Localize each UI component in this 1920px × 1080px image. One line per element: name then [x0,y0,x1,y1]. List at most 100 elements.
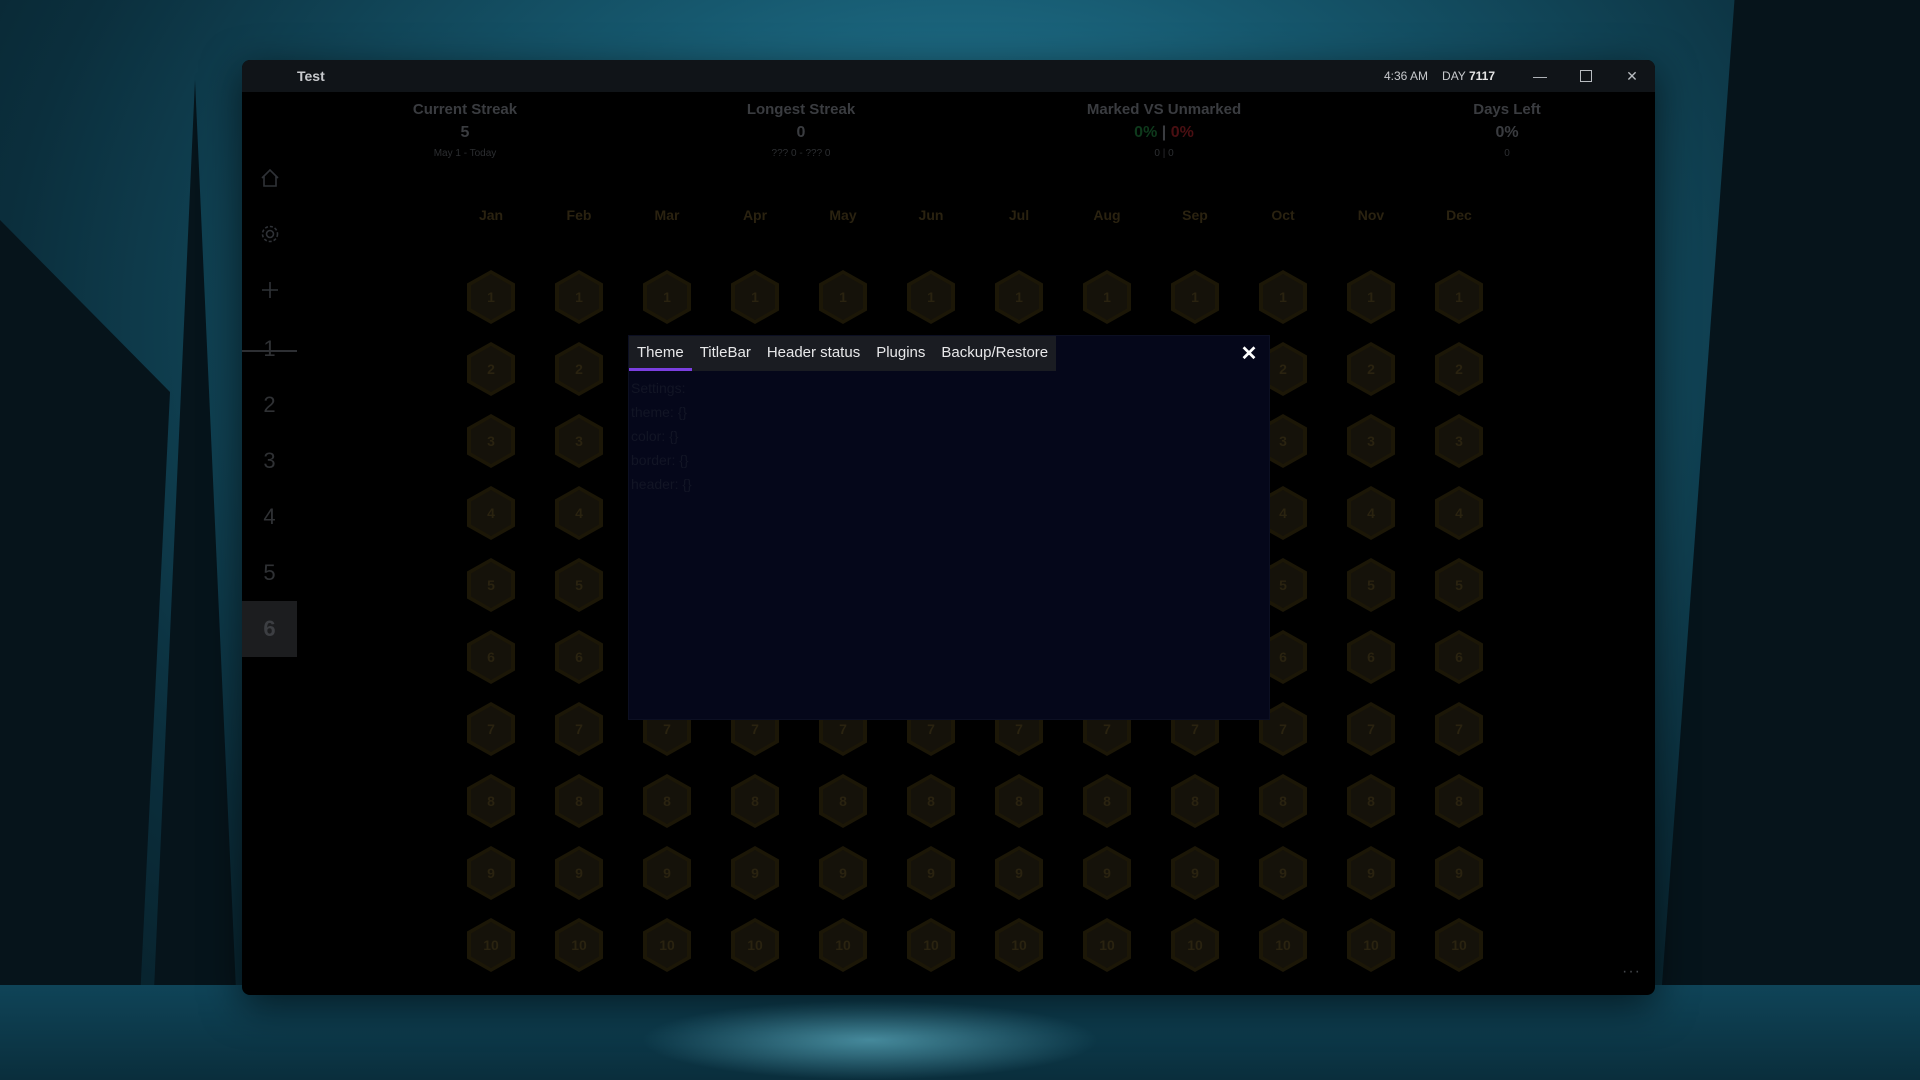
minimize-button[interactable]: — [1517,60,1563,92]
day-cell[interactable]: 1 [1259,270,1307,324]
day-cell[interactable]: 4 [467,486,515,540]
modal-close-button[interactable]: ✕ [1235,340,1263,368]
day-cell[interactable]: 9 [995,846,1043,900]
day-cell[interactable]: 10 [1435,918,1483,972]
day-cell[interactable]: 9 [1435,846,1483,900]
sidebar-item-2[interactable]: 2 [242,377,297,433]
day-cell[interactable]: 8 [1259,774,1307,828]
more-options-button[interactable]: ··· [1622,963,1641,981]
sidebar-item-4[interactable]: 4 [242,489,297,545]
day-cell[interactable]: 6 [555,630,603,684]
day-cell[interactable]: 2 [1347,342,1395,396]
day-cell[interactable]: 8 [907,774,955,828]
day-cell[interactable]: 2 [467,342,515,396]
day-cell[interactable]: 10 [731,918,779,972]
day-cell[interactable]: 8 [555,774,603,828]
tab-theme[interactable]: Theme [629,336,692,371]
day-cell[interactable]: 7 [1347,702,1395,756]
month-label: Jul [1008,207,1030,223]
tab-header-status[interactable]: Header status [759,336,868,371]
day-cell[interactable]: 5 [1435,558,1483,612]
day-cell[interactable]: 7 [467,702,515,756]
day-cell[interactable]: 9 [1083,846,1131,900]
tab-backup-restore[interactable]: Backup/Restore [933,336,1056,371]
day-cell[interactable]: 7 [555,702,603,756]
day-cell[interactable]: 1 [995,270,1043,324]
day-cell[interactable]: 8 [1171,774,1219,828]
settings-button[interactable] [242,206,297,262]
sidebar-item-6[interactable]: 6 [242,601,297,657]
day-cell[interactable]: 5 [467,558,515,612]
day-cell[interactable]: 5 [555,558,603,612]
day-cell[interactable]: 9 [819,846,867,900]
day-number: 10 [659,937,675,953]
day-cell[interactable]: 10 [1171,918,1219,972]
day-number: 6 [1279,649,1287,665]
day-cell[interactable]: 10 [555,918,603,972]
day-cell[interactable]: 10 [1083,918,1131,972]
day-cell[interactable]: 10 [1347,918,1395,972]
day-cell[interactable]: 8 [1083,774,1131,828]
day-cell[interactable]: 9 [907,846,955,900]
maximize-button[interactable] [1563,60,1609,92]
day-number: 8 [575,793,583,809]
longest-streak-stat: Longest Streak 0 ??? 0 - ??? 0 [701,101,901,159]
day-cell[interactable]: 10 [995,918,1043,972]
day-cell[interactable]: 9 [1347,846,1395,900]
month-label: May [829,207,857,223]
day-cell[interactable]: 6 [1435,630,1483,684]
day-cell[interactable]: 1 [819,270,867,324]
day-cell[interactable]: 8 [995,774,1043,828]
day-cell[interactable]: 10 [819,918,867,972]
add-button[interactable] [242,262,297,318]
day-cell[interactable]: 8 [643,774,691,828]
day-cell[interactable]: 2 [555,342,603,396]
sidebar-item-1[interactable]: 1 [242,321,297,377]
day-cell[interactable]: 1 [467,270,515,324]
day-cell[interactable]: 9 [1171,846,1219,900]
day-cell[interactable]: 1 [1347,270,1395,324]
day-cell[interactable]: 9 [643,846,691,900]
day-cell[interactable]: 9 [1259,846,1307,900]
day-cell[interactable]: 10 [467,918,515,972]
day-cell[interactable]: 4 [555,486,603,540]
day-cell[interactable]: 8 [467,774,515,828]
close-button[interactable]: ✕ [1609,60,1655,92]
day-cell[interactable]: 3 [555,414,603,468]
day-cell[interactable]: 3 [1435,414,1483,468]
marked-percent: 0% [1134,124,1158,141]
day-cell[interactable]: 3 [467,414,515,468]
sidebar-item-3[interactable]: 3 [242,433,297,489]
day-cell[interactable]: 3 [1347,414,1395,468]
day-cell[interactable]: 10 [907,918,955,972]
day-cell[interactable]: 1 [1435,270,1483,324]
day-cell[interactable]: 5 [1347,558,1395,612]
day-cell[interactable]: 1 [555,270,603,324]
day-cell[interactable]: 8 [1347,774,1395,828]
day-cell[interactable]: 9 [731,846,779,900]
day-cell[interactable]: 1 [643,270,691,324]
day-cell[interactable]: 4 [1435,486,1483,540]
home-button[interactable] [242,150,297,206]
day-cell[interactable]: 2 [1435,342,1483,396]
day-cell[interactable]: 7 [1435,702,1483,756]
tab-titlebar[interactable]: TitleBar [692,336,759,371]
tab-plugins[interactable]: Plugins [868,336,933,371]
day-cell[interactable]: 1 [907,270,955,324]
day-cell[interactable]: 9 [467,846,515,900]
day-cell[interactable]: 1 [1083,270,1131,324]
day-cell[interactable]: 8 [1435,774,1483,828]
day-cell[interactable]: 1 [731,270,779,324]
sidebar-item-5[interactable]: 5 [242,545,297,601]
day-cell[interactable]: 9 [555,846,603,900]
day-cell[interactable]: 8 [731,774,779,828]
day-cell[interactable]: 6 [1347,630,1395,684]
day-cell[interactable]: 6 [467,630,515,684]
title-bar[interactable]: Test 4:36 AM DAY 7117 — ✕ [242,60,1655,92]
day-cell[interactable]: 10 [1259,918,1307,972]
day-cell[interactable]: 4 [1347,486,1395,540]
day-number: 2 [487,361,495,377]
day-cell[interactable]: 8 [819,774,867,828]
day-cell[interactable]: 1 [1171,270,1219,324]
day-cell[interactable]: 10 [643,918,691,972]
